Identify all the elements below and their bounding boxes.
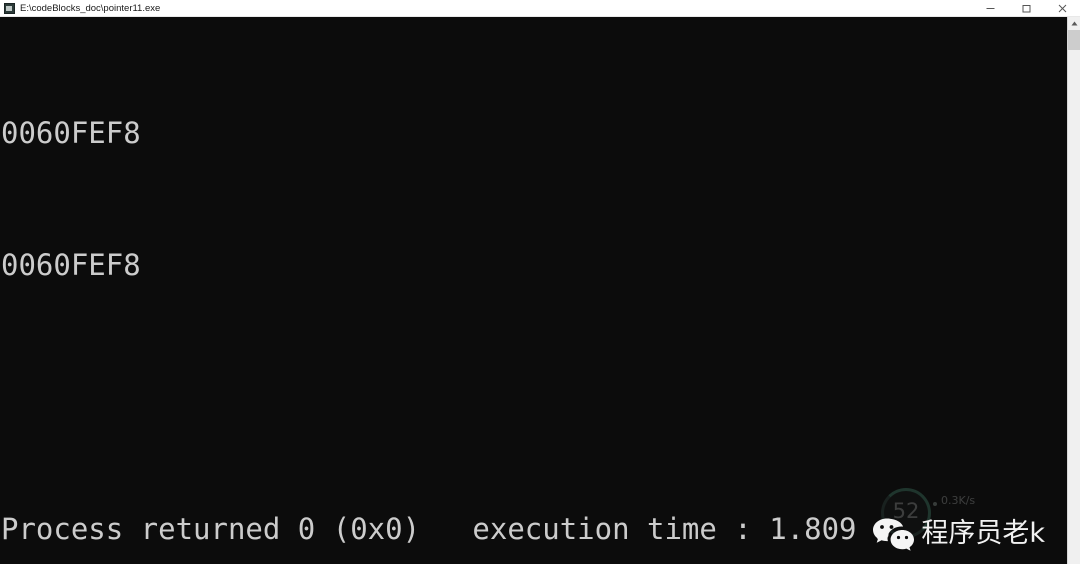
scroll-up-button[interactable] — [1068, 17, 1080, 30]
screen: E:\codeBlocks_doc\pointer11.exe 0060FEF8… — [0, 0, 1080, 564]
minimize-button[interactable] — [972, 0, 1008, 16]
maximize-button[interactable] — [1008, 0, 1044, 16]
window-title: E:\codeBlocks_doc\pointer11.exe — [20, 2, 161, 14]
console-icon — [4, 2, 15, 14]
console-output-area[interactable]: 0060FEF8 0060FEF8 Process returned 0 (0x… — [0, 17, 1067, 564]
console-line: 0060FEF8 — [1, 116, 141, 150]
console-body: 0060FEF8 0060FEF8 Process returned 0 (0x… — [0, 17, 1080, 564]
window-controls — [972, 0, 1080, 16]
scrollbar-thumb[interactable] — [1068, 30, 1080, 50]
console-line: Process returned 0 (0x0) execution time … — [1, 512, 892, 546]
console-text: 0060FEF8 0060FEF8 Process returned 0 (0x… — [0, 23, 1067, 564]
title-bar-left: E:\codeBlocks_doc\pointer11.exe — [0, 2, 972, 14]
scrollbar-track[interactable] — [1068, 30, 1080, 564]
console-window: E:\codeBlocks_doc\pointer11.exe 0060FEF8… — [0, 0, 1080, 564]
vertical-scrollbar[interactable] — [1067, 17, 1080, 564]
console-line: 0060FEF8 — [1, 248, 141, 282]
title-bar[interactable]: E:\codeBlocks_doc\pointer11.exe — [0, 0, 1080, 17]
close-button[interactable] — [1044, 0, 1080, 16]
